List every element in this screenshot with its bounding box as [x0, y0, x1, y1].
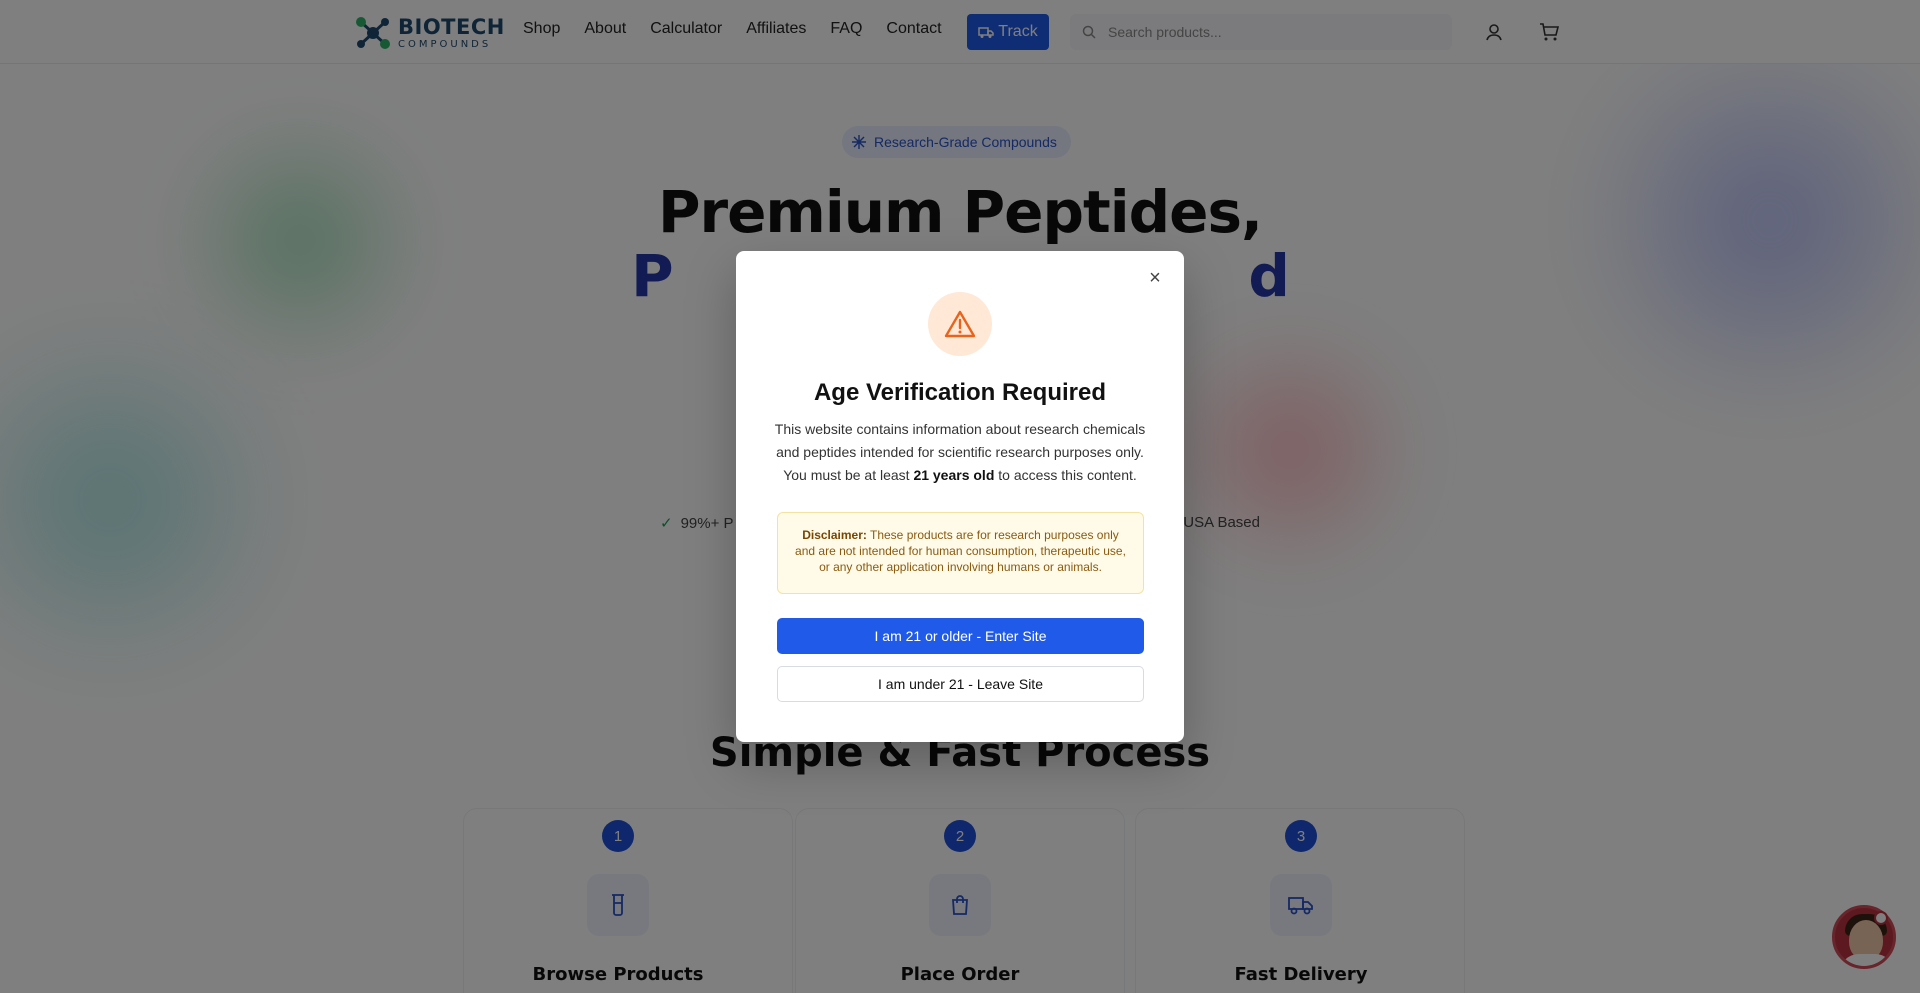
warning-triangle-icon — [944, 310, 976, 338]
enter-site-button[interactable]: I am 21 or older - Enter Site — [777, 618, 1144, 654]
modal-description: This website contains information about … — [774, 418, 1146, 487]
modal-title: Age Verification Required — [813, 379, 1107, 406]
modal-text-after: to access this content. — [994, 467, 1137, 483]
age-verification-modal: × Age Verification Required This website… — [736, 251, 1184, 742]
close-icon[interactable]: × — [1143, 266, 1167, 290]
disclaimer-box: Disclaimer: These products are for resea… — [777, 512, 1144, 594]
warning-badge — [928, 292, 992, 356]
leave-site-button[interactable]: I am under 21 - Leave Site — [777, 666, 1144, 702]
modal-text-age: 21 years old — [913, 467, 995, 483]
disclaimer-label: Disclaimer: — [802, 528, 867, 542]
